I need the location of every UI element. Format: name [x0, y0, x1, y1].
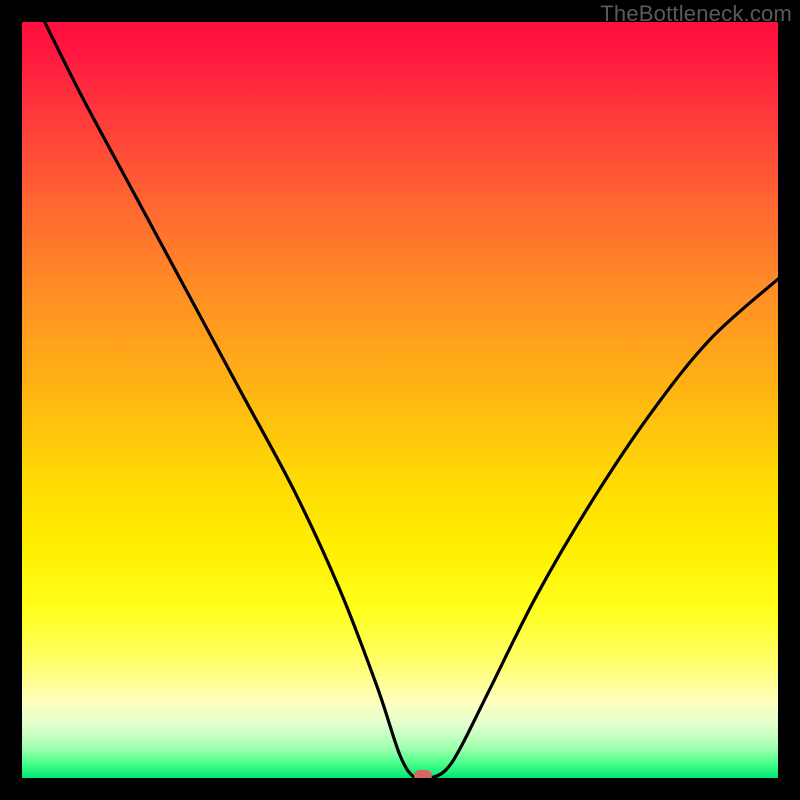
- chart-frame: TheBottleneck.com: [0, 0, 800, 800]
- optimum-marker: [414, 770, 432, 778]
- plot-area: [22, 22, 778, 778]
- watermark-text: TheBottleneck.com: [600, 1, 792, 27]
- bottleneck-curve: [22, 22, 778, 778]
